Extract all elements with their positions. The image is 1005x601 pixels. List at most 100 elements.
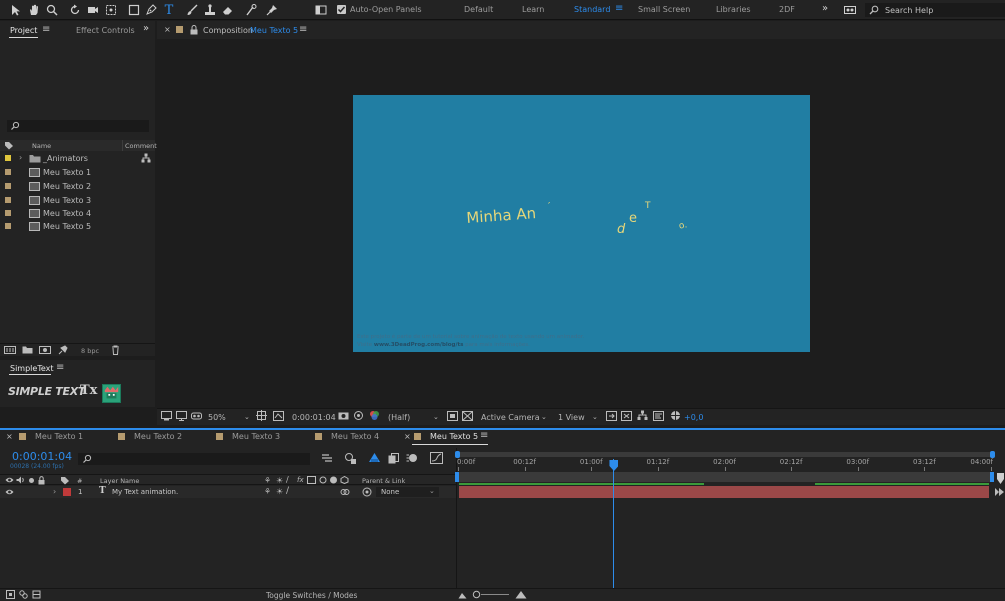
project-panel-menu-icon[interactable]: ≡ (42, 24, 50, 35)
search-help-input[interactable]: Search Help (865, 3, 1005, 17)
close-timeline-icon[interactable]: × (6, 432, 13, 441)
project-search-input[interactable] (7, 120, 149, 132)
auto-open-panels-checkbox[interactable] (337, 5, 346, 14)
camera-view-chevron-icon[interactable]: ⌄ (541, 413, 547, 421)
show-snapshot-icon[interactable] (353, 410, 364, 421)
frame-blend-switch-icon[interactable] (307, 476, 316, 484)
parent-pickwhip-icon[interactable] (362, 487, 372, 497)
timeline-tab[interactable]: Meu Texto 1 (19, 432, 83, 445)
fast-previews-icon[interactable] (621, 411, 632, 421)
transparency-grid-icon[interactable] (462, 411, 473, 421)
workspace-small-screen[interactable]: Small Screen (638, 5, 690, 14)
collapse-switch-icon[interactable]: ☀ (276, 476, 283, 485)
selection-tool-icon[interactable] (8, 2, 24, 18)
trash-icon[interactable] (111, 345, 120, 355)
resolution-dropdown[interactable]: (Half) (388, 413, 410, 422)
type-tool-icon[interactable]: T (161, 2, 177, 18)
title-safe-icon[interactable] (256, 410, 267, 421)
puppet-pin-tool-icon[interactable] (264, 2, 280, 18)
pan-behind-tool-icon[interactable] (103, 2, 119, 18)
close-tab-icon[interactable]: × (164, 25, 171, 34)
mask-visibility-icon[interactable] (273, 411, 284, 421)
project-item-composition[interactable]: Meu Texto 2 (0, 180, 153, 193)
timeline-current-time[interactable]: 0:00:01:04 (12, 450, 72, 463)
lock-icon[interactable] (38, 476, 45, 485)
timeline-tab[interactable]: Meu Texto 2 (118, 432, 182, 445)
pixel-aspect-icon[interactable] (606, 411, 617, 421)
work-area-end-handle[interactable] (990, 472, 994, 482)
composition-tab-name[interactable]: Meu Texto 5 (250, 26, 298, 35)
layer-switches-pane-icon[interactable] (6, 590, 15, 599)
magnification-dropdown[interactable]: 50% (208, 413, 226, 422)
timeline-search-input[interactable] (78, 453, 310, 465)
current-time-display[interactable]: 0:00:01:04 (292, 413, 336, 422)
composition-menu-icon[interactable]: ≡ (299, 24, 307, 35)
workspace-learn[interactable]: Learn (522, 5, 544, 14)
simpletext-monster-icon[interactable] (102, 384, 121, 403)
rectangle-tool-icon[interactable] (126, 2, 142, 18)
current-time-indicator[interactable] (613, 459, 615, 588)
close-active-tab-icon[interactable]: × (404, 432, 411, 441)
transfer-controls-pane-icon[interactable] (19, 590, 28, 599)
audio-speaker-icon[interactable] (16, 476, 25, 484)
workspace-libraries[interactable]: Libraries (716, 5, 751, 14)
render-queue-icon[interactable] (58, 345, 68, 355)
panel-overflow-chevron-icon[interactable]: » (143, 23, 149, 34)
shy-layers-icon[interactable] (368, 452, 381, 464)
solo-dot-icon[interactable] (28, 477, 35, 484)
tab-effect-controls[interactable]: Effect Controls (76, 26, 135, 35)
new-folder-icon[interactable] (22, 346, 33, 354)
more-workspaces-chevron-icon[interactable]: » (822, 3, 828, 14)
folder-expand-chevron-icon[interactable]: › (19, 153, 22, 162)
exposure-reset-icon[interactable] (670, 410, 681, 421)
timeline-tab[interactable]: Meu Texto 4 (315, 432, 379, 445)
tx-clear-button[interactable]: Tx (80, 383, 98, 401)
always-preview-icon[interactable] (161, 411, 172, 421)
video-eye-icon[interactable] (5, 476, 14, 484)
color-channels-icon[interactable] (369, 410, 380, 421)
simple-text-button[interactable]: SIMPLE TEXT (8, 385, 85, 401)
comp-mini-flowchart-icon[interactable] (321, 453, 333, 464)
parent-link-column[interactable]: Parent & Link (362, 477, 405, 485)
project-column-name[interactable]: Name (32, 142, 51, 150)
sync-settings-icon[interactable] (842, 2, 858, 18)
layer-visibility-eye-icon[interactable] (5, 488, 14, 496)
lock-icon[interactable] (190, 25, 198, 35)
composition-canvas[interactable]: Minha An ′ d e T o. Este projeto é parte… (353, 95, 810, 352)
tab-simpletext[interactable]: SimpleText (10, 364, 54, 373)
3d-layer-icon[interactable] (340, 476, 349, 484)
draft-3d-icon[interactable] (344, 452, 357, 465)
camera-view-dropdown[interactable]: Active Camera (481, 413, 540, 422)
in-out-stretch-pane-icon[interactable] (32, 590, 41, 599)
layer-shy-switch-icon[interactable]: ⚘ (264, 487, 271, 496)
hand-tool-icon[interactable] (26, 2, 42, 18)
project-item-composition[interactable]: Meu Texto 5 (0, 220, 153, 233)
layer-collapse-switch-icon[interactable]: ☀ (276, 487, 283, 496)
eraser-tool-icon[interactable] (220, 2, 236, 18)
layer-3d-link-icon[interactable] (340, 488, 350, 496)
canvas-footer-link[interactable]: www.3DeadProg.com/blog/ts (374, 342, 464, 348)
rotate-tool-icon[interactable] (67, 2, 83, 18)
exposure-value[interactable]: +0,0 (684, 413, 703, 422)
timeline-toggle-icon[interactable] (653, 411, 664, 421)
layer-expand-chevron-icon[interactable]: › (53, 487, 56, 496)
bit-depth-button[interactable]: 8 bpc (81, 347, 99, 355)
zoom-slider-knob[interactable] (472, 590, 481, 599)
workspace-standard[interactable]: Standard (574, 5, 610, 14)
view-layout-dropdown[interactable]: 1 View (558, 413, 585, 422)
interpret-footage-icon[interactable] (4, 346, 16, 354)
timeline-tab[interactable]: Meu Texto 3 (216, 432, 280, 445)
brush-tool-icon[interactable] (184, 2, 200, 18)
project-column-comment[interactable]: Comment (125, 142, 157, 150)
flowchart-icon[interactable] (141, 153, 151, 163)
snapshot-camera-icon[interactable] (338, 411, 349, 420)
work-area-start-handle[interactable] (455, 472, 459, 482)
resolution-chevron-icon[interactable]: ⌄ (433, 413, 439, 421)
label-tag-icon[interactable] (60, 476, 70, 485)
view-layout-chevron-icon[interactable]: ⌄ (592, 413, 598, 421)
motion-blur-icon[interactable] (406, 452, 418, 464)
layer-name[interactable]: My Text animation. (112, 488, 178, 496)
motion-blur-switch-icon[interactable] (318, 476, 327, 484)
project-item-composition[interactable]: Meu Texto 1 (0, 166, 153, 179)
region-of-interest-icon[interactable] (447, 411, 458, 421)
